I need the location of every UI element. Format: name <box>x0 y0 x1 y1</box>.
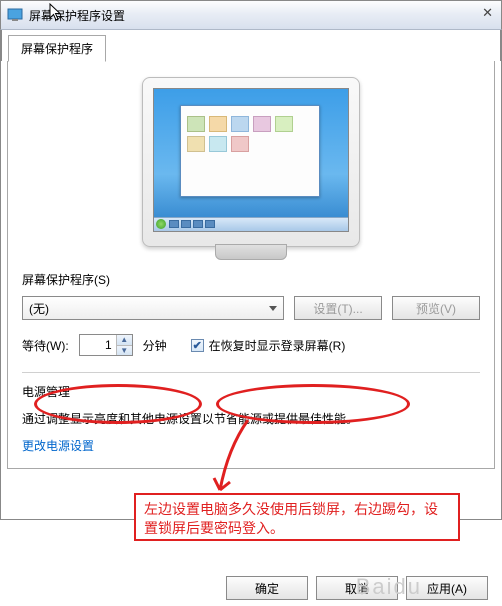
titlebar: 屏幕保护程序设置 ✕ <box>0 0 502 30</box>
wait-unit: 分钟 <box>143 337 167 354</box>
preview-taskbar <box>154 217 348 231</box>
preview-button[interactable]: 预览(V) <box>392 296 480 320</box>
tab-panel: 屏幕保护程序(S) (无) 设置(T)... 预览(V) 等待(W): ▲▼ 分… <box>7 61 495 469</box>
cancel-button[interactable]: 取消 <box>316 576 398 600</box>
divider <box>22 372 480 373</box>
monitor-preview <box>142 77 360 247</box>
ok-button[interactable]: 确定 <box>226 576 308 600</box>
wait-input[interactable] <box>80 338 116 352</box>
settings-button[interactable]: 设置(T)... <box>294 296 382 320</box>
wait-spinner[interactable]: ▲▼ <box>79 334 133 356</box>
tab-screensaver[interactable]: 屏幕保护程序 <box>8 35 106 62</box>
power-heading: 电源管理 <box>22 383 480 400</box>
spinner-arrows[interactable]: ▲▼ <box>116 335 132 355</box>
spinner-down-icon[interactable]: ▼ <box>117 346 132 356</box>
cursor-icon <box>49 3 65 23</box>
annotation-text: 左边设置电脑多久没使用后锁屏，右边踢勾，设置锁屏后要密码登入。 <box>134 493 460 541</box>
resume-label: 在恢复时显示登录屏幕(R) <box>209 337 346 354</box>
wait-label: 等待(W): <box>22 337 69 354</box>
saver-section-label: 屏幕保护程序(S) <box>22 271 480 288</box>
saver-dropdown[interactable]: (无) <box>22 296 284 320</box>
app-icon <box>7 7 23 23</box>
preview-window <box>180 105 320 197</box>
tabstrip: 屏幕保护程序 <box>1 30 501 61</box>
preview-screen <box>153 88 349 232</box>
power-link[interactable]: 更改电源设置 <box>22 437 94 454</box>
dialog-footer: 确定 取消 应用(A) <box>226 576 488 600</box>
power-text: 通过调整显示亮度和其他电源设置以节省能源或提供最佳性能。 <box>22 410 480 429</box>
close-icon[interactable]: ✕ <box>482 5 493 21</box>
preview-area <box>22 71 480 265</box>
spinner-up-icon[interactable]: ▲ <box>117 335 132 346</box>
apply-button[interactable]: 应用(A) <box>406 576 488 600</box>
window-title: 屏幕保护程序设置 <box>29 7 125 24</box>
resume-checkbox[interactable]: ✔ <box>191 339 204 352</box>
